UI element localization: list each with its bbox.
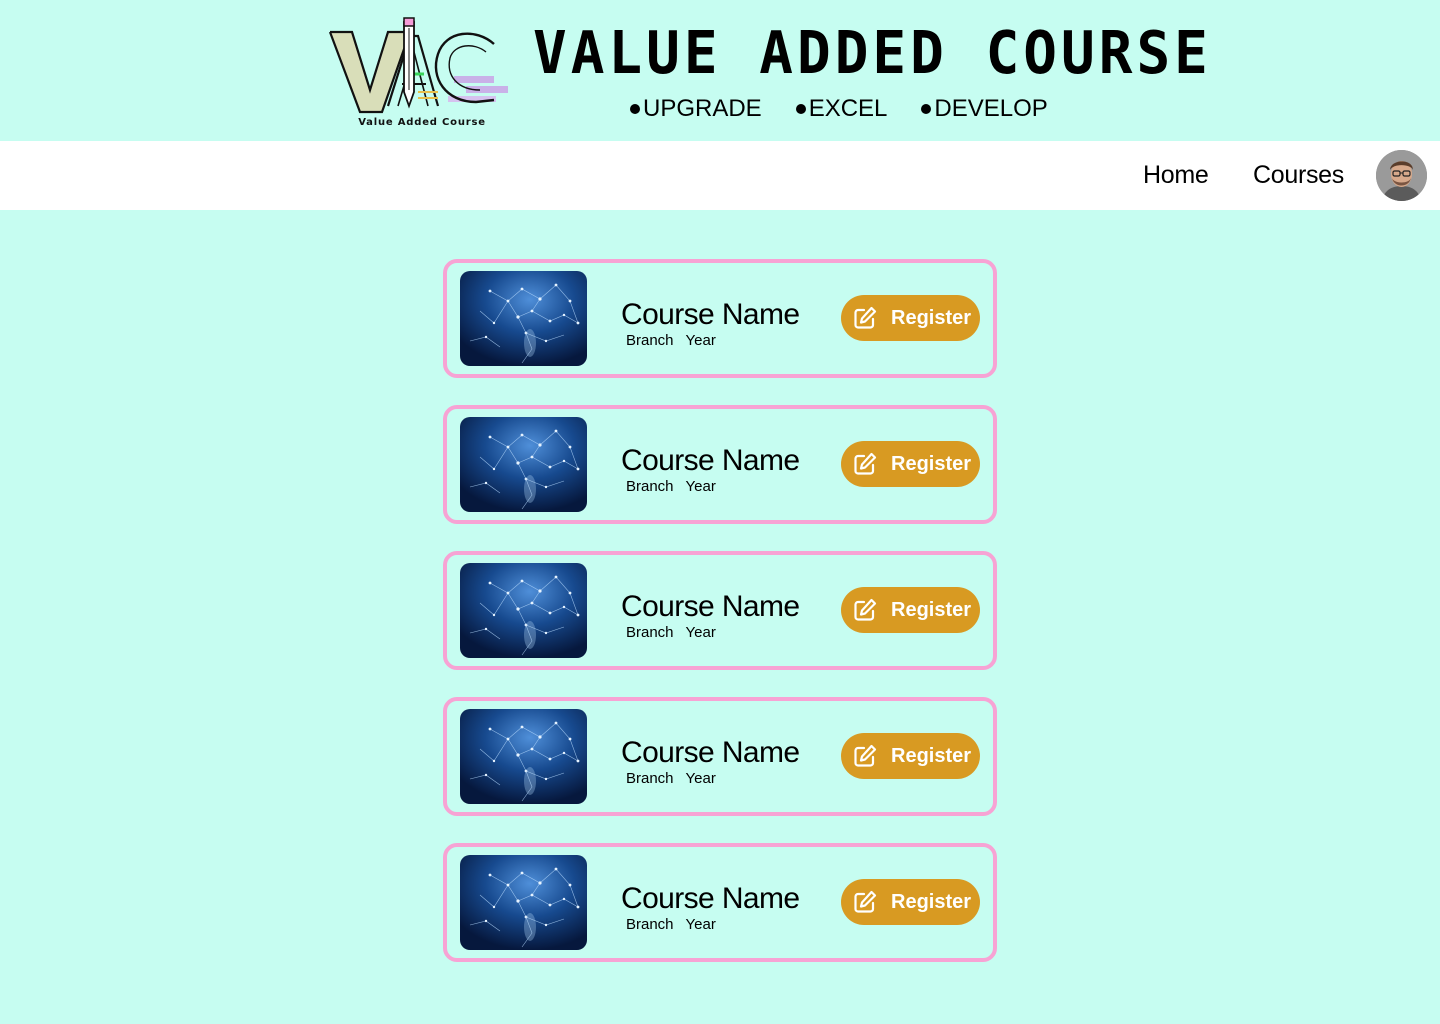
course-thumbnail [460,271,587,366]
course-name: Course Name [621,882,800,915]
top-navbar: Home Courses [0,141,1440,210]
edit-icon [854,598,877,621]
network-thumbnail-image [460,855,587,950]
course-card: Course Name Branch Year Register [443,405,997,524]
edit-icon [854,890,877,913]
course-year: Year [685,624,716,641]
network-thumbnail-image [460,417,587,512]
course-meta: Branch Year [626,624,716,641]
register-button[interactable]: Register [841,733,980,779]
tagline-text: EXCEL [808,95,888,122]
course-thumbnail [460,417,587,512]
edit-icon [854,744,877,767]
course-year: Year [685,478,716,495]
user-avatar[interactable] [1376,150,1427,201]
nav-courses-link[interactable]: Courses [1253,141,1344,210]
register-label: Register [891,306,972,329]
course-branch: Branch [626,478,674,495]
tagline-text: DEVELOP [934,95,1048,122]
tagline-text: UPGRADE [643,95,762,122]
avatar-photo-icon [1376,150,1427,201]
bullet-icon [795,104,806,114]
network-thumbnail-image [460,709,587,804]
register-label: Register [891,890,972,913]
vac-logo[interactable]: Value Added Course [326,14,512,130]
course-thumbnail [460,709,587,804]
course-year: Year [685,916,716,933]
register-button[interactable]: Register [841,587,980,633]
site-banner: Value Added Course VALUE ADDED COURSE UP… [0,0,1440,141]
course-branch: Branch [626,624,674,641]
register-button[interactable]: Register [841,441,980,487]
course-card: Course Name Branch Year Register [443,843,997,962]
tagline-develop: DEVELOP [921,94,1048,124]
network-thumbnail-image [460,563,587,658]
register-button[interactable]: Register [841,295,980,341]
vac-logo-mark [328,17,508,114]
bullet-icon [921,104,932,114]
logo-caption: Value Added Course [358,117,486,128]
course-thumbnail [460,563,587,658]
course-year: Year [685,770,716,787]
tagline-excel: EXCEL [795,94,888,124]
course-name: Course Name [621,444,800,477]
edit-icon [854,452,877,475]
course-thumbnail [460,855,587,950]
network-thumbnail-image [460,271,587,366]
course-name: Course Name [621,590,800,623]
taglines: UPGRADE EXCEL DEVELOP [630,94,1048,124]
tagline-upgrade: UPGRADE [630,94,762,124]
course-meta: Branch Year [626,916,716,933]
register-label: Register [891,744,972,767]
bullet-icon [630,104,640,114]
register-button[interactable]: Register [841,879,980,925]
register-label: Register [891,598,972,621]
course-branch: Branch [626,332,674,349]
course-list: Course Name Branch Year Register Course … [443,259,997,989]
site-title: VALUE ADDED COURSE [533,19,1212,88]
register-label: Register [891,452,972,475]
course-meta: Branch Year [626,478,716,495]
course-meta: Branch Year [626,332,716,349]
course-name: Course Name [621,298,800,331]
course-meta: Branch Year [626,770,716,787]
edit-icon [854,306,877,329]
course-card: Course Name Branch Year Register [443,697,997,816]
course-card: Course Name Branch Year Register [443,259,997,378]
course-branch: Branch [626,916,674,933]
course-year: Year [685,332,716,349]
course-card: Course Name Branch Year Register [443,551,997,670]
course-name: Course Name [621,736,800,769]
course-branch: Branch [626,770,674,787]
nav-home-link[interactable]: Home [1143,141,1209,210]
